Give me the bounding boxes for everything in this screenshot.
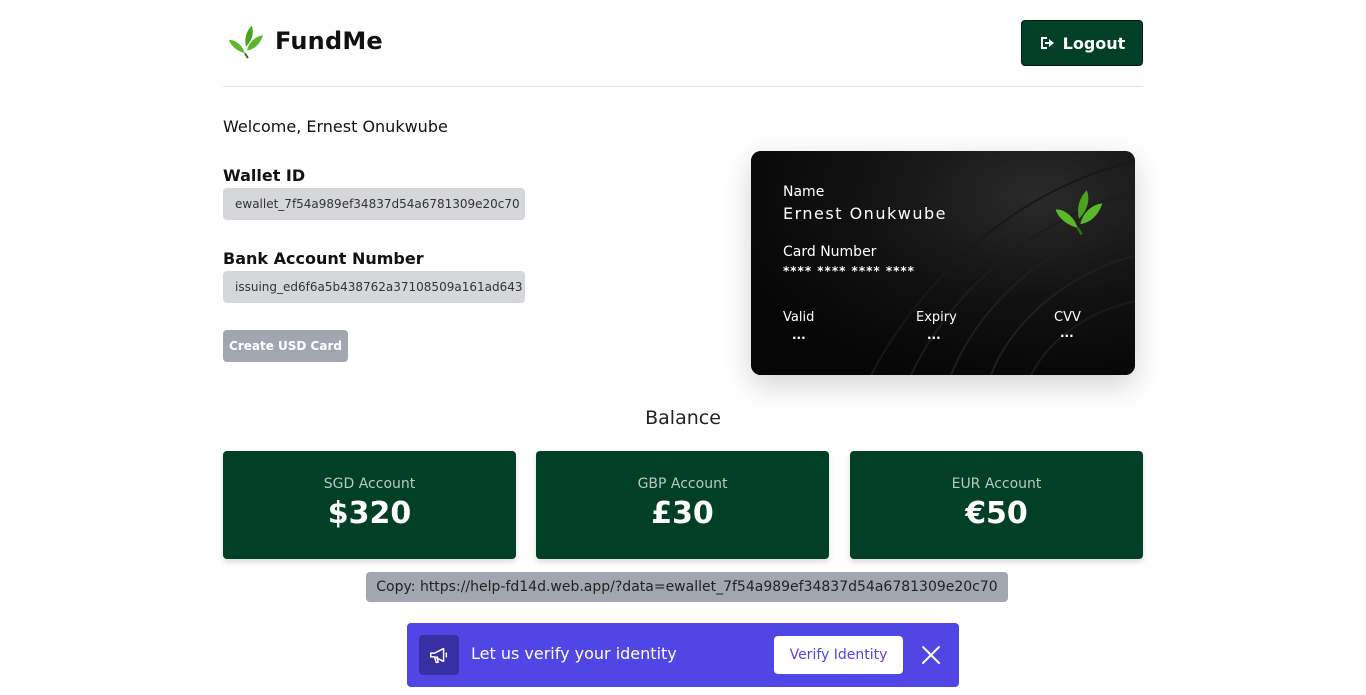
close-banner-button[interactable] bbox=[919, 643, 943, 667]
bank-account-label: Bank Account Number bbox=[223, 249, 424, 268]
verify-identity-button[interactable]: Verify Identity bbox=[774, 636, 903, 674]
virtual-card: Name Ernest Onukwube Card Number **** **… bbox=[751, 151, 1135, 375]
logout-icon bbox=[1040, 37, 1054, 49]
dashboard-page: FundMe Logout Welcome, Ernest Onukwube W… bbox=[0, 0, 1366, 695]
account-card-sgd[interactable]: SGD Account $320 bbox=[223, 451, 516, 559]
brand[interactable]: FundMe bbox=[227, 22, 383, 60]
account-balance: $320 bbox=[327, 496, 412, 531]
bank-account-value[interactable]: issuing_ed6f6a5b438762a37108509a161ad643 bbox=[223, 271, 525, 303]
card-cvv-value: ... bbox=[1060, 326, 1074, 340]
logout-label: Logout bbox=[1062, 33, 1126, 53]
card-name-value: Ernest Onukwube bbox=[783, 204, 947, 223]
brand-name: FundMe bbox=[275, 27, 383, 55]
welcome-text: Welcome, Ernest Onukwube bbox=[223, 117, 448, 136]
leaf-icon bbox=[1055, 190, 1103, 236]
card-name-label: Name bbox=[783, 184, 825, 200]
account-balance: £30 bbox=[651, 496, 714, 531]
balance-title: Balance bbox=[645, 407, 721, 429]
header: FundMe Logout bbox=[223, 0, 1143, 87]
card-expiry-label: Expiry bbox=[916, 310, 957, 325]
account-card-eur[interactable]: EUR Account €50 bbox=[850, 451, 1143, 559]
account-label: EUR Account bbox=[951, 476, 1042, 492]
card-valid-value: ... bbox=[792, 328, 806, 342]
copy-link-button[interactable]: Copy: https://help-fd14d.web.app/?data=e… bbox=[366, 572, 1008, 602]
banner-text: Let us verify your identity bbox=[471, 644, 677, 663]
banner-icon-box bbox=[419, 635, 459, 675]
card-cvv-label: CVV bbox=[1054, 310, 1081, 325]
card-number-value: **** **** **** **** bbox=[783, 264, 915, 278]
card-valid-label: Valid bbox=[783, 310, 815, 325]
megaphone-icon bbox=[430, 647, 448, 664]
card-expiry-value: ... bbox=[927, 328, 941, 342]
wallet-id-value[interactable]: ewallet_7f54a989ef34837d54a6781309e20c70 bbox=[223, 188, 525, 220]
logout-button[interactable]: Logout bbox=[1021, 20, 1143, 66]
account-balance: €50 bbox=[965, 496, 1028, 531]
card-number-label: Card Number bbox=[783, 244, 877, 260]
account-label: GBP Account bbox=[637, 476, 728, 492]
verify-identity-banner: Let us verify your identity Verify Ident… bbox=[407, 623, 959, 687]
leaf-icon bbox=[228, 25, 264, 59]
create-usd-card-button[interactable]: Create USD Card bbox=[223, 330, 348, 362]
account-card-gbp[interactable]: GBP Account £30 bbox=[536, 451, 829, 559]
wallet-id-label: Wallet ID bbox=[223, 166, 306, 185]
account-label: SGD Account bbox=[323, 476, 416, 492]
close-icon bbox=[922, 646, 940, 664]
